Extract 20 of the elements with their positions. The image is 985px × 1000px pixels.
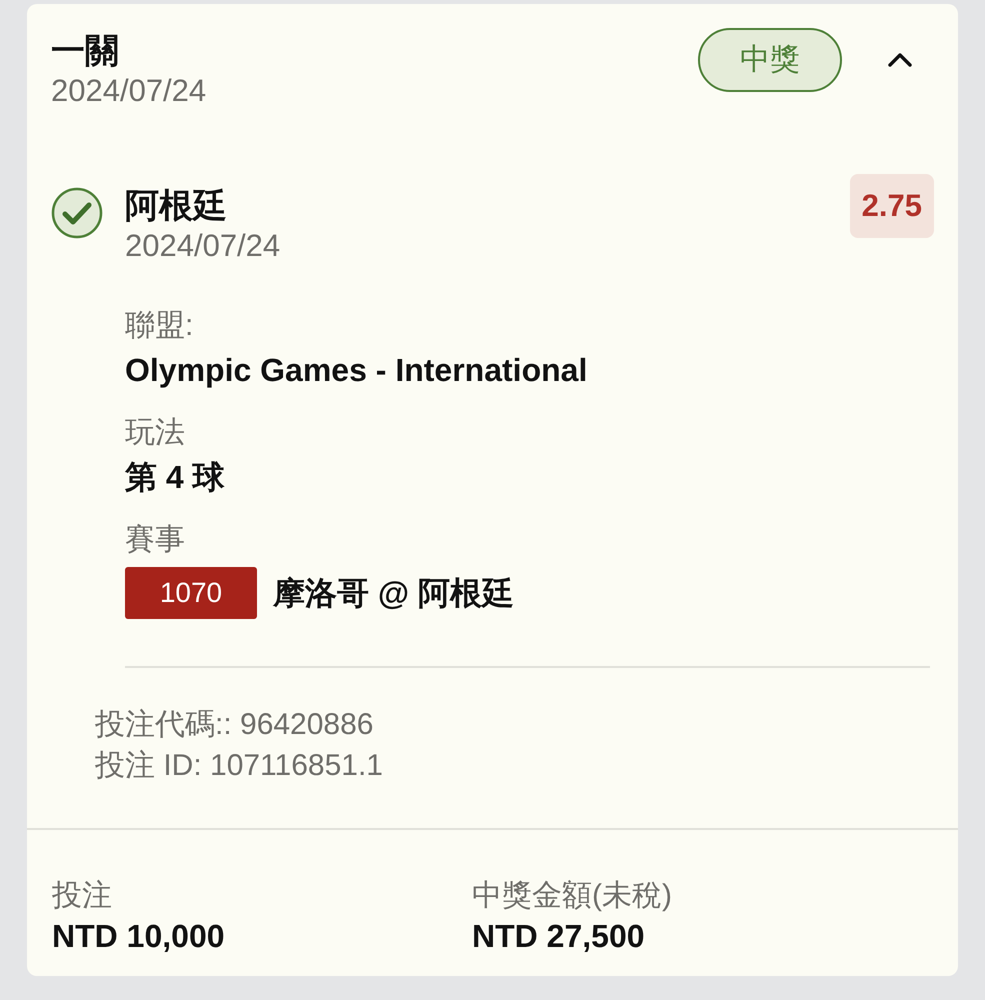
status-badge: 中獎 — [698, 28, 842, 92]
field-label: 聯盟: — [125, 308, 194, 344]
total-value: NTD 10,000 — [52, 917, 226, 956]
total-value: NTD 27,500 — [472, 917, 646, 956]
total-label: 中獎金額(未稅) — [472, 878, 673, 914]
bet-reference: 投注代碼:: 96420886 — [95, 707, 374, 743]
field-value: 第 4 球 — [125, 458, 226, 497]
match-teams: 摩洛哥 @ 阿根廷 — [273, 574, 514, 613]
bet-date: 2024/07/24 — [51, 72, 208, 110]
field-label: 賽事 — [125, 522, 186, 558]
total-label: 投注 — [52, 878, 113, 914]
field-value: Olympic Games - International — [125, 351, 588, 390]
bet-reference: 投注 ID: 107116851.1 — [95, 748, 384, 784]
bet-type-title: 一關 — [51, 31, 120, 71]
odds-badge: 2.75 — [850, 174, 934, 238]
field-label: 玩法 — [125, 415, 186, 451]
chevron-up-icon[interactable] — [888, 53, 912, 67]
team-name: 阿根廷 — [125, 186, 228, 226]
match-date: 2024/07/24 — [125, 227, 282, 265]
match-number-badge: 1070 — [125, 567, 257, 619]
